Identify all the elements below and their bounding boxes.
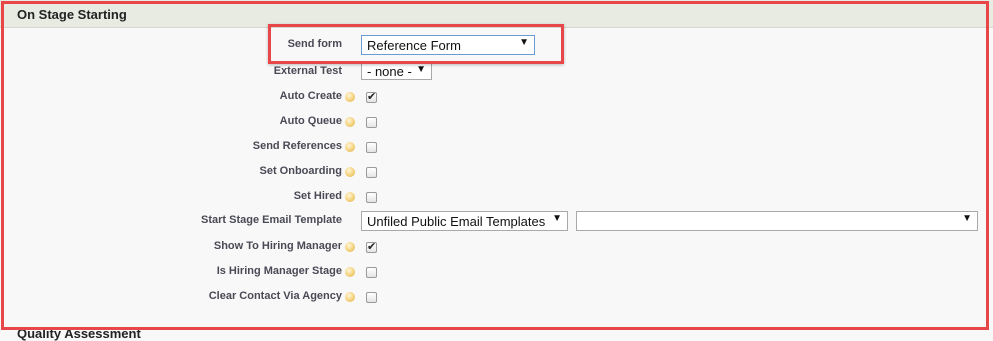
set-hired-row: Set Hired xyxy=(0,187,993,207)
set-onboarding-checkbox[interactable] xyxy=(366,167,377,178)
auto-queue-label: Auto Queue xyxy=(279,115,342,127)
is-hiring-manager-stage-checkbox[interactable] xyxy=(366,267,377,278)
send-references-row: Send References xyxy=(0,137,993,157)
set-hired-label: Set Hired xyxy=(293,190,342,202)
section-title: On Stage Starting xyxy=(17,7,127,22)
start-stage-email-template-label: Start Stage Email Template xyxy=(200,214,342,226)
external-test-label: External Test xyxy=(273,65,342,77)
help-icon[interactable] xyxy=(345,242,355,252)
external-test-row: External Test - none - ▼ xyxy=(0,62,993,82)
help-icon[interactable] xyxy=(345,167,355,177)
clear-contact-via-agency-label: Clear Contact Via Agency xyxy=(208,290,342,302)
dropdown-arrow-icon: ▼ xyxy=(519,37,529,48)
help-icon[interactable] xyxy=(345,292,355,302)
section-header: On Stage Starting xyxy=(0,0,993,28)
send-form-select[interactable]: Reference Form ▼ xyxy=(361,35,535,55)
set-onboarding-row: Set Onboarding xyxy=(0,162,993,182)
checkmark-icon: ✔ xyxy=(367,241,377,253)
help-icon[interactable] xyxy=(345,92,355,102)
auto-queue-checkbox[interactable] xyxy=(366,117,377,128)
email-template-select[interactable]: ▼ xyxy=(576,211,978,231)
auto-create-checkbox[interactable]: ✔ xyxy=(366,91,377,103)
show-to-hiring-manager-label: Show To Hiring Manager xyxy=(213,240,342,252)
help-icon[interactable] xyxy=(345,142,355,152)
external-test-select[interactable]: - none - ▼ xyxy=(361,62,432,80)
auto-create-label: Auto Create xyxy=(279,90,342,102)
dropdown-arrow-icon: ▼ xyxy=(416,64,426,75)
auto-create-row: Auto Create ✔ xyxy=(0,87,993,107)
send-form-value: Reference Form xyxy=(367,38,461,53)
is-hiring-manager-stage-row: Is Hiring Manager Stage xyxy=(0,262,993,282)
dropdown-arrow-icon: ▼ xyxy=(552,213,562,224)
is-hiring-manager-stage-label: Is Hiring Manager Stage xyxy=(216,265,342,277)
start-stage-email-template-row: Start Stage Email Template Unfiled Publi… xyxy=(0,211,993,231)
email-template-folder-value: Unfiled Public Email Templates xyxy=(367,214,546,229)
help-icon[interactable] xyxy=(345,192,355,202)
clear-contact-via-agency-row: Clear Contact Via Agency xyxy=(0,287,993,307)
set-onboarding-label: Set Onboarding xyxy=(259,165,343,177)
show-to-hiring-manager-row: Show To Hiring Manager ✔ xyxy=(0,237,993,257)
send-references-checkbox[interactable] xyxy=(366,142,377,153)
auto-queue-row: Auto Queue xyxy=(0,112,993,132)
clear-contact-via-agency-checkbox[interactable] xyxy=(366,292,377,303)
dropdown-arrow-icon: ▼ xyxy=(962,213,972,224)
set-hired-checkbox[interactable] xyxy=(366,192,377,203)
external-test-value: - none - xyxy=(367,64,412,79)
send-form-label: Send form xyxy=(287,38,342,50)
email-template-folder-select[interactable]: Unfiled Public Email Templates ▼ xyxy=(361,211,568,231)
help-icon[interactable] xyxy=(345,117,355,127)
checkmark-icon: ✔ xyxy=(367,91,377,103)
send-references-label: Send References xyxy=(252,140,342,152)
send-form-row: Send form Reference Form ▼ xyxy=(0,35,993,55)
help-icon[interactable] xyxy=(345,267,355,277)
show-to-hiring-manager-checkbox[interactable]: ✔ xyxy=(366,241,377,253)
